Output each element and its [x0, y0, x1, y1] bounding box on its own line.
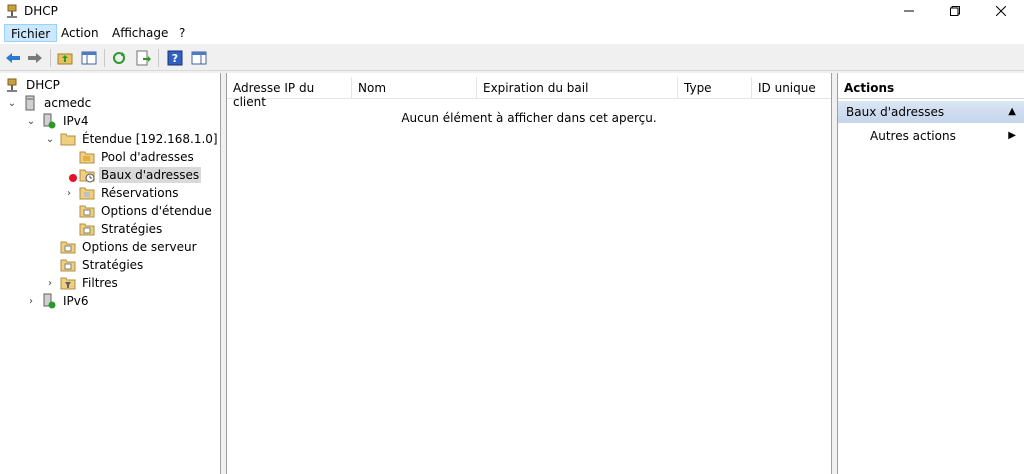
tree-item-label: DHCP — [26, 78, 60, 92]
up-folder-icon[interactable] — [56, 49, 74, 67]
folder-icon — [79, 185, 95, 201]
menu-action[interactable]: Action — [55, 24, 105, 42]
column-header-lease-expiration[interactable]: Expiration du bail — [477, 77, 678, 99]
dhcp-icon — [4, 77, 20, 93]
window-title: DHCP — [24, 4, 58, 18]
tree-item-pool[interactable]: Pool d'adresses — [79, 148, 196, 166]
tree-item-filters[interactable]: › Filtres — [44, 274, 120, 292]
tree-item-label: Réservations — [101, 186, 179, 200]
empty-list-message: Aucun élément à afficher dans cet aperçu… — [401, 111, 657, 125]
tree-item-label: Options d'étendue — [101, 204, 212, 218]
list-header: Adresse IP du client Nom Expiration du b… — [227, 77, 831, 109]
column-header-name[interactable]: Nom — [352, 77, 477, 99]
tree-item-label: Stratégies — [101, 222, 163, 236]
actions-item-more[interactable]: Autres actions ▶ — [838, 125, 1024, 147]
dhcp-app-icon — [4, 3, 20, 19]
title-bar: DHCP — [0, 0, 1024, 22]
folder-icon — [79, 149, 95, 165]
close-button[interactable] — [978, 0, 1024, 22]
tree-item-scope[interactable]: ⌄ Étendue [192.168.1.0] Scop — [44, 130, 220, 148]
chevron-down-icon[interactable]: ⌄ — [25, 115, 37, 127]
tree-item-label: IPv6 — [63, 294, 89, 308]
server-icon — [22, 95, 38, 111]
menu-fichier[interactable]: Fichier — [4, 24, 58, 42]
folder-clock-icon — [79, 167, 95, 183]
submenu-arrow-icon: ▶ — [1008, 130, 1016, 141]
column-header-type[interactable]: Type — [678, 77, 752, 99]
chevron-down-icon[interactable]: ⌄ — [44, 133, 56, 145]
folder-icon — [60, 131, 76, 147]
export-list-icon[interactable] — [134, 49, 152, 67]
back-icon[interactable] — [4, 49, 22, 67]
tree-item-server-policies[interactable]: Stratégies — [60, 256, 145, 274]
svg-text:?: ? — [172, 52, 178, 65]
folder-icon — [79, 221, 95, 237]
actions-section-leases[interactable]: Baux d'adresses ▲ — [838, 101, 1024, 123]
folder-icon — [60, 257, 76, 273]
menu-affichage[interactable]: Affichage — [106, 24, 174, 42]
results-pane: Adresse IP du client Nom Expiration du b… — [226, 73, 832, 474]
folder-icon — [79, 203, 95, 219]
tree-item-scope-policies[interactable]: Stratégies — [79, 220, 164, 238]
toolbar-separator — [104, 49, 105, 67]
chevron-right-icon[interactable]: › — [25, 295, 37, 307]
maximize-button[interactable] — [932, 0, 978, 22]
column-header-unique-id[interactable]: ID unique — [752, 77, 831, 99]
chevron-down-icon[interactable]: ⌄ — [6, 97, 18, 109]
tree-item-scope-options[interactable]: Options d'étendue — [79, 202, 214, 220]
console-tree: DHCP ⌄ acmedc ⌄ IPv4 ⌄ Étendue [192.168.… — [0, 73, 221, 474]
show-action-pane-icon[interactable] — [190, 49, 208, 67]
actions-pane: Actions Baux d'adresses ▲ Autres actions… — [837, 73, 1024, 474]
forward-icon[interactable] — [26, 49, 44, 67]
tree-item-acmedc[interactable]: ⌄ acmedc — [6, 94, 93, 112]
menu-help[interactable]: ? — [173, 24, 191, 42]
tree-item-label: IPv4 — [63, 114, 89, 128]
menu-bar: Fichier Action Affichage ? — [0, 22, 1024, 44]
help-icon[interactable]: ? — [166, 49, 184, 67]
tree-item-label: Baux d'adresses — [99, 167, 202, 183]
toolbar: ? — [0, 46, 1024, 71]
collapse-up-icon[interactable]: ▲ — [1008, 106, 1016, 117]
tree-item-ipv6[interactable]: › IPv6 — [25, 292, 91, 310]
tree-item-label: Options de serveur — [82, 240, 197, 254]
tree-item-reservations[interactable]: › Réservations — [63, 184, 180, 202]
mmc-window: DHCP Fichier Action Affichage ? ? DHCP ⌄… — [0, 0, 1024, 474]
chevron-right-icon[interactable]: › — [44, 277, 56, 289]
refresh-icon[interactable] — [110, 49, 128, 67]
toolbar-separator — [158, 49, 159, 67]
tree-item-label: Filtres — [82, 276, 118, 290]
tree-item-label: Pool d'adresses — [101, 150, 194, 164]
filter-icon — [60, 275, 76, 291]
tree-item-dhcp[interactable]: DHCP — [4, 76, 62, 94]
ipv4-icon — [41, 113, 57, 129]
tree-item-leases[interactable]: Baux d'adresses — [79, 166, 202, 184]
minimize-button[interactable] — [886, 0, 932, 22]
tree-item-server-options[interactable]: Options de serveur — [60, 238, 199, 256]
toolbar-separator — [50, 49, 51, 67]
ipv6-icon — [41, 293, 57, 309]
tree-item-label: acmedc — [44, 96, 92, 110]
folder-icon — [60, 239, 76, 255]
actions-item-label: Autres actions — [870, 129, 956, 143]
tree-item-label: Stratégies — [82, 258, 144, 272]
show-tree-icon[interactable] — [80, 49, 98, 67]
status-dot — [69, 174, 77, 182]
column-header-client-ip[interactable]: Adresse IP du client — [227, 77, 352, 109]
actions-section-label: Baux d'adresses — [846, 105, 945, 119]
tree-item-label: Étendue [192.168.1.0] Scop — [82, 132, 220, 146]
chevron-right-icon[interactable]: › — [63, 187, 75, 199]
tree-item-ipv4[interactable]: ⌄ IPv4 — [25, 112, 91, 130]
actions-title: Actions — [838, 77, 1024, 99]
